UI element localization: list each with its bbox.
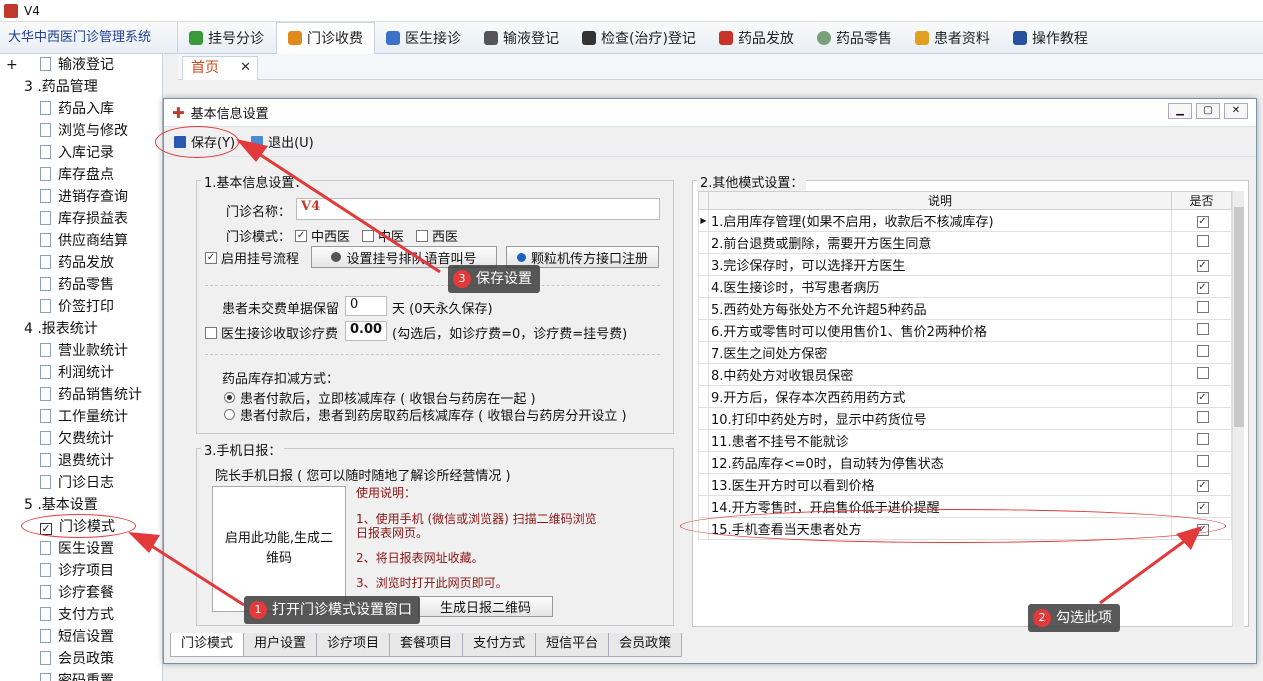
callout-check-item: 2 勾选此项 xyxy=(1028,604,1120,632)
arrowhead-option15 xyxy=(1176,526,1202,550)
arrowhead-save xyxy=(236,139,268,162)
annotation-arrows xyxy=(128,139,1202,607)
arrow-to-mode xyxy=(149,543,245,607)
arrow-to-option15 xyxy=(1099,538,1187,605)
callout-save-settings: 3 保存设置 xyxy=(448,265,540,293)
callout-open-mode: 1 打开门诊模式设置窗口 xyxy=(244,596,420,624)
arrow-to-save xyxy=(255,150,441,274)
